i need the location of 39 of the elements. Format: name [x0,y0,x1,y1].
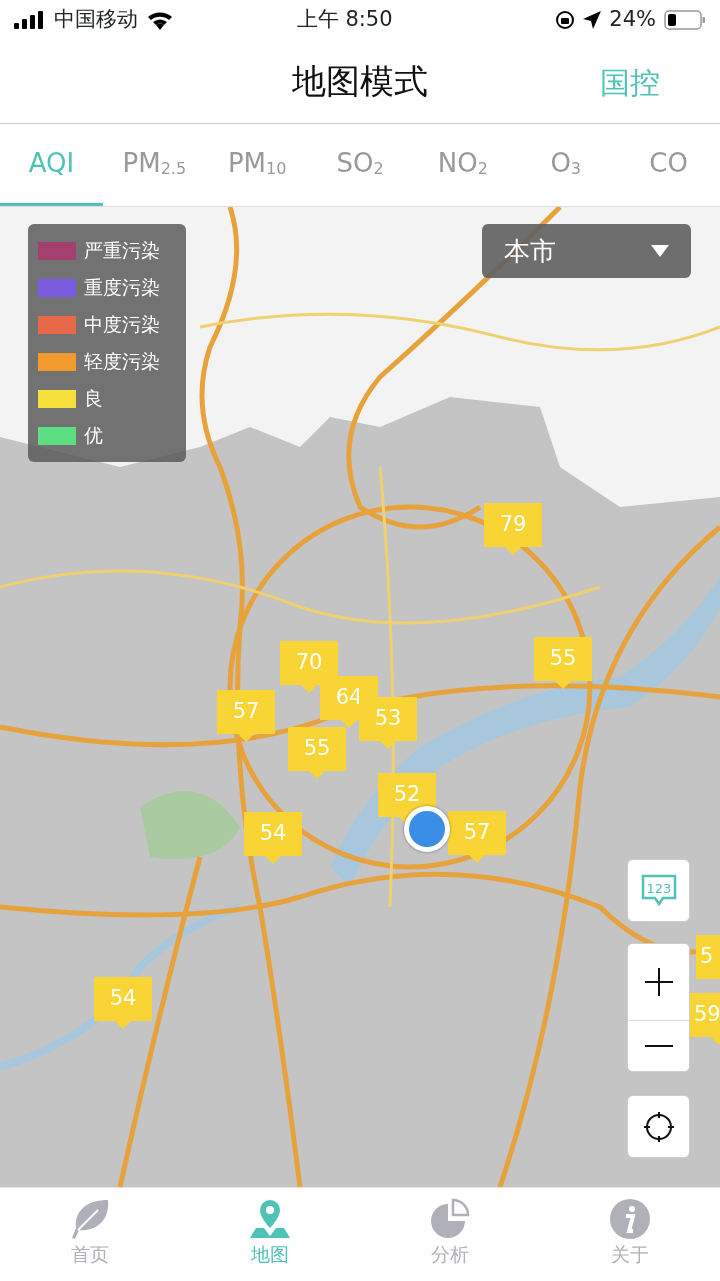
caret-icon [651,245,669,257]
plus-icon [643,967,674,997]
pollutant-tab[interactable]: PM$_{2.5}$ [102,124,206,206]
crosshair-icon [642,1110,675,1143]
battery-icon [664,10,706,30]
locate-button[interactable] [627,1095,690,1158]
bottom-nav-tab[interactable]: 首页 [0,1188,180,1281]
legend-label: 优 [84,423,103,449]
number-label-icon: 123 [639,873,678,908]
signal-icon [14,11,46,29]
legend-label: 轻度污染 [84,349,160,375]
battery-percent: 24% [609,6,656,34]
pollutant-tab[interactable]: PM$_{10}$ [205,124,309,206]
national-control-link[interactable]: 国控 [600,59,660,104]
screen-title: 地图模式 [292,60,428,103]
bottom-nav-tab[interactable]: 地图 [180,1188,360,1281]
legend-label: 重度污染 [84,275,160,301]
clock-time: 上午 8:50 [296,6,393,34]
aqi-marker[interactable]: 5 [696,935,720,979]
carrier-name: 中国移动 [54,6,138,34]
minus-icon [643,1044,674,1048]
pollutant-tab[interactable]: SO$_{2}$ [308,124,412,206]
location-arrow-icon [583,11,602,29]
pollutant-tab[interactable]: NO$_{2}$ [411,124,515,206]
bottom-nav-tab[interactable]: 关于 [540,1188,720,1281]
legend-label: 严重污染 [84,238,160,264]
bottom-nav-tab[interactable]: 分析 [360,1188,540,1281]
rotation-lock-icon [555,10,576,30]
pollutant-tab[interactable]: CO [617,124,720,206]
region-dropdown[interactable]: 本市 [482,224,691,278]
legend-label: 良 [84,386,103,412]
legend-label: 中度污染 [84,312,160,338]
zoom-in-button[interactable] [628,944,689,1021]
map-pin-icon [248,1198,292,1240]
label-toggle-button[interactable]: 123 [627,859,690,922]
wifi-icon [146,10,174,30]
pollutant-tab[interactable]: O$_{3}$ [514,124,618,206]
pie-chart-icon [428,1198,472,1240]
info-icon [608,1198,652,1240]
